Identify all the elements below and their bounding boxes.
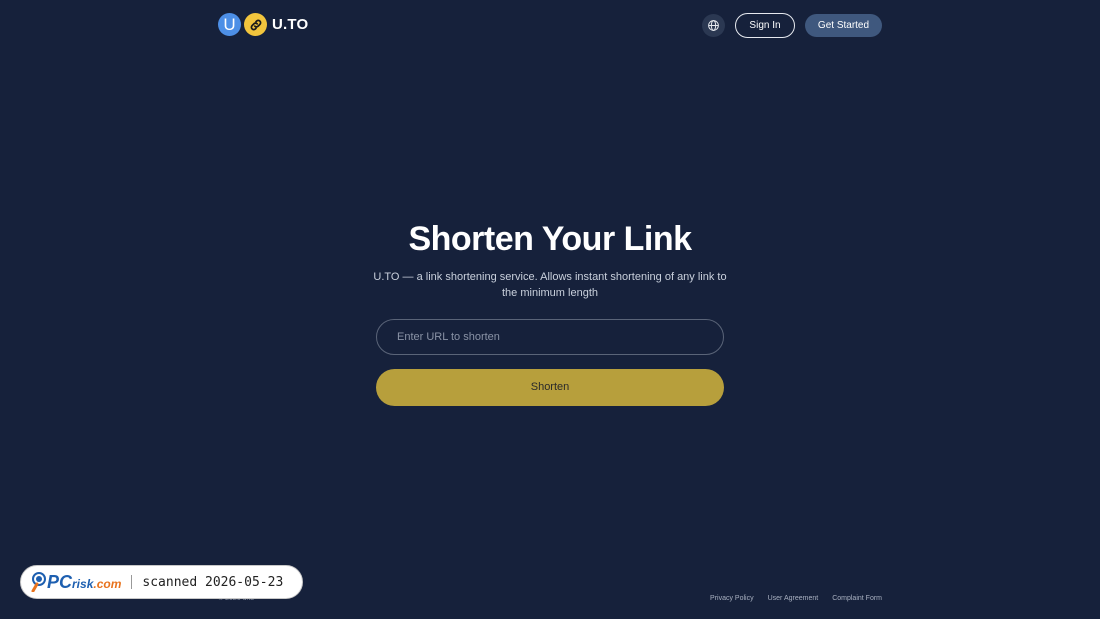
scan-date-text: scanned 2026-05-23 xyxy=(142,574,284,590)
scan-watermark: PCrisk.com scanned 2026-05-23 xyxy=(20,565,303,599)
pcrisk-logo: PCrisk.com xyxy=(31,572,121,593)
shorten-button[interactable]: Shorten xyxy=(376,369,724,406)
get-started-button[interactable]: Get Started xyxy=(805,14,882,37)
link-icon xyxy=(244,13,267,36)
logo-text: U.TO xyxy=(272,16,309,33)
user-agreement-link[interactable]: User Agreement xyxy=(768,595,819,602)
language-button[interactable] xyxy=(702,14,725,37)
site-logo[interactable]: U U.TO xyxy=(218,13,308,36)
logo-u-badge: U xyxy=(218,13,241,36)
footer-links: Privacy Policy User Agreement Complaint … xyxy=(710,595,882,602)
url-input[interactable] xyxy=(376,319,724,355)
magnifier-icon xyxy=(31,572,46,592)
complaint-form-link[interactable]: Complaint Form xyxy=(832,595,882,602)
badge-divider xyxy=(131,575,133,589)
page-title: Shorten Your Link xyxy=(408,220,692,258)
page-subtitle: U.TO — a link shortening service. Allows… xyxy=(373,271,727,299)
privacy-policy-link[interactable]: Privacy Policy xyxy=(710,595,754,602)
globe-icon xyxy=(708,20,719,31)
pcrisk-brand: PCrisk.com xyxy=(47,571,122,592)
sign-in-button[interactable]: Sign In xyxy=(735,13,795,38)
page: U U.TO Sign In Get Started Shorten Your … xyxy=(0,0,1100,619)
